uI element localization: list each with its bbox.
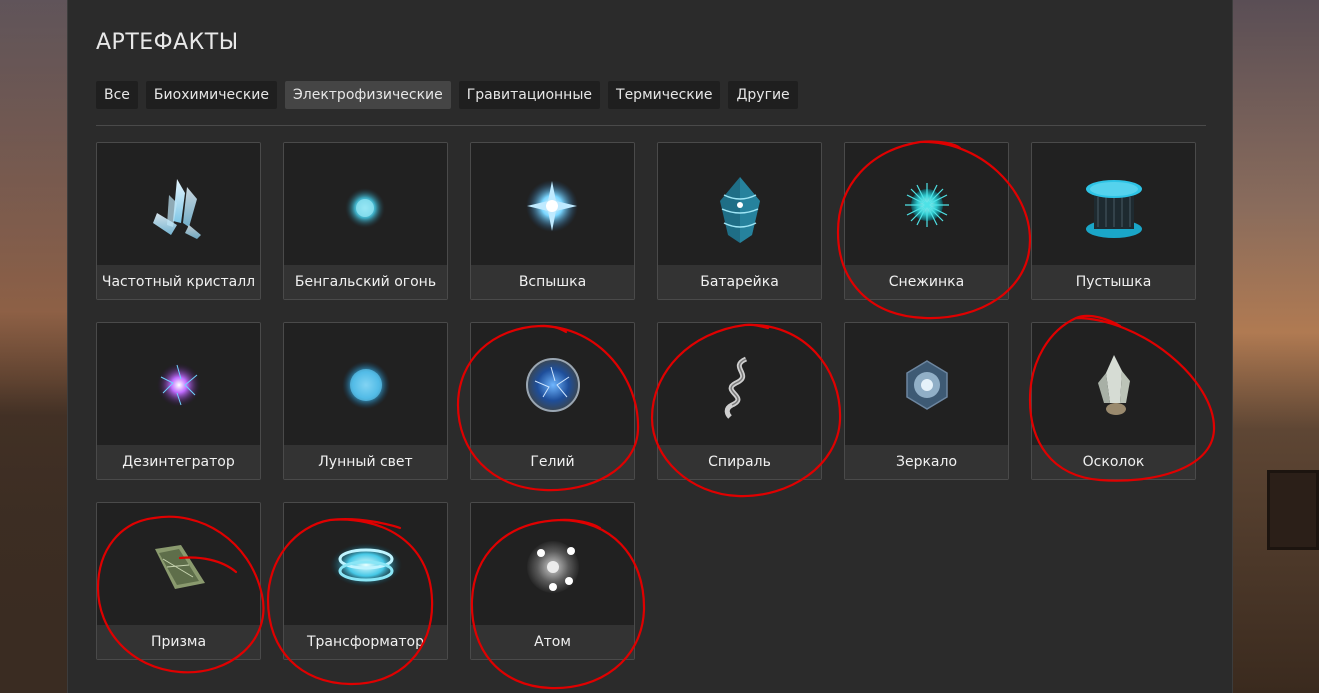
artifact-card[interactable]: Батарейка [657,142,822,300]
artifact-image [97,143,260,265]
artifact-name: Осколок [1032,445,1195,479]
tab-electrophysical[interactable]: Электрофизические [284,81,451,109]
artifact-card[interactable]: Трансформатор [283,502,448,660]
background-right [1233,0,1319,693]
artifact-card[interactable]: Осколок [1031,322,1196,480]
artifact-name: Вспышка [471,265,634,299]
battery-icon [720,177,760,243]
page-title: АРТЕФАКТЫ [96,30,239,55]
artifact-name: Снежинка [845,265,1008,299]
artifact-name: Атом [471,625,634,659]
artifact-name: Призма [97,625,260,659]
disintegrator-icon [157,363,201,407]
artifact-image [284,323,447,445]
artifact-card[interactable]: Зеркало [844,322,1009,480]
artifact-image [471,143,634,265]
artifact-card[interactable]: Дезинтегратор [96,322,261,480]
artifact-image [97,323,260,445]
artifact-card[interactable]: Снежинка [844,142,1009,300]
spiral-icon [724,356,748,419]
artifact-image [471,323,634,445]
artifact-name: Спираль [658,445,821,479]
artifact-name: Бенгальский огонь [284,265,447,299]
artifact-image [845,323,1008,445]
artifact-name: Гелий [471,445,634,479]
artifact-image [1032,323,1195,445]
artifact-name: Лунный свет [284,445,447,479]
artifact-image [284,503,447,625]
sparkler-icon [345,188,385,228]
snowflake-icon [905,183,949,227]
artifact-name: Пустышка [1032,265,1195,299]
artifact-card[interactable]: Гелий [470,322,635,480]
artifact-image [658,323,821,445]
artifact-name: Трансформатор [284,625,447,659]
tab-biochemical[interactable]: Биохимические [145,81,277,109]
category-tabs: Все Биохимические Электрофизические Грав… [96,81,798,109]
divider [96,125,1206,126]
tab-other[interactable]: Другие [728,81,798,109]
dummy-icon [1086,180,1142,238]
shard-icon [1098,355,1130,415]
transformer-icon [330,543,402,587]
moonlight-icon [342,361,390,409]
artifact-card[interactable]: Лунный свет [283,322,448,480]
artifact-name: Батарейка [658,265,821,299]
artifact-image [1032,143,1195,265]
flash-icon [526,180,578,232]
artifact-card[interactable]: Бенгальский огонь [283,142,448,300]
artifacts-panel: АРТЕФАКТЫ Все Биохимические Электрофизич… [67,0,1233,693]
artifact-card[interactable]: Призма [96,502,261,660]
artifact-image [471,503,634,625]
crystal-icon [153,179,201,239]
tab-thermal[interactable]: Термические [608,81,721,109]
helium-icon [526,358,580,412]
atom-icon [527,541,579,593]
prism-icon [155,545,205,589]
artifact-card[interactable]: Спираль [657,322,822,480]
tab-gravitational[interactable]: Гравитационные [458,81,601,109]
artifact-name: Зеркало [845,445,1008,479]
artifact-image [284,143,447,265]
artifact-card[interactable]: Вспышка [470,142,635,300]
artifact-image [845,143,1008,265]
artifact-card[interactable]: Пустышка [1031,142,1196,300]
artifact-card[interactable]: Частотный кристалл [96,142,261,300]
artifact-image [97,503,260,625]
artifact-image [658,143,821,265]
background-left [0,0,67,693]
artifact-name: Частотный кристалл [97,265,260,299]
artifact-name: Дезинтегратор [97,445,260,479]
artifact-card[interactable]: Атом [470,502,635,660]
tab-all[interactable]: Все [96,81,138,109]
mirror-icon [906,360,948,410]
